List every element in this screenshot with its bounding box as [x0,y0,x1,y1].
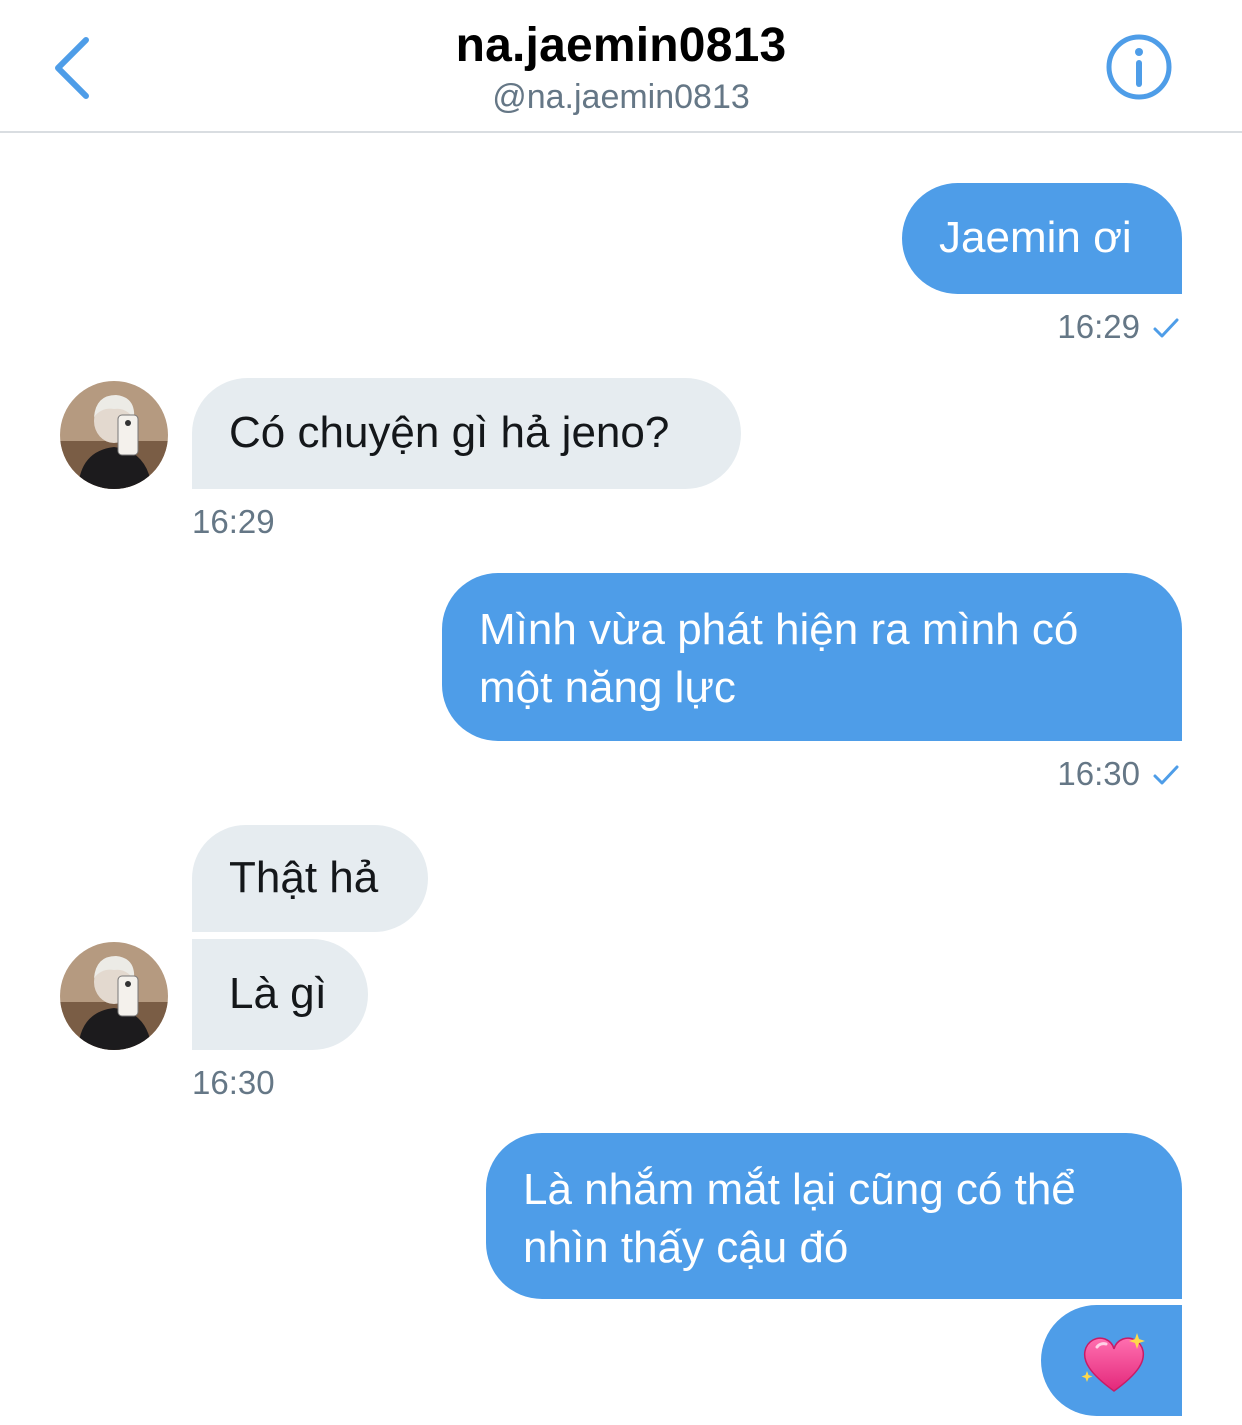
message-text-line: Mình vừa phát hiện ra mình có [479,605,1079,654]
message-text-line: nhìn thấy cậu đó [523,1223,849,1272]
conversation-handle: @na.jaemin0813 [492,78,750,116]
info-icon [1106,34,1172,100]
message-text: Jaemin ơi [939,213,1132,262]
message-timestamp: 16:30 [192,1064,275,1101]
message-bubble-outgoing[interactable]: Là nhắm mắt lại cũng có thể nhìn thấy cậ… [486,1133,1182,1299]
check-icon [1152,757,1180,795]
message-text-line: Là nhắm mắt lại cũng có thể [523,1165,1076,1214]
message-text: Có chuyện gì hả jeno? [229,408,670,457]
sparkling-heart-icon [1081,1333,1145,1392]
message-bubble-incoming[interactable]: Thật hả [192,825,428,932]
info-button[interactable] [1104,32,1174,102]
message-bubble-outgoing[interactable] [1041,1305,1182,1416]
message-bubble-incoming[interactable]: Có chuyện gì hả jeno? [192,378,741,489]
message-bubble-incoming[interactable]: Là gì [192,939,368,1050]
avatar[interactable] [60,381,168,489]
message-timestamp: 16:29 [1057,308,1180,348]
check-icon [1152,310,1180,348]
message-timestamp: 16:29 [192,503,275,540]
message-text-line: một năng lực [479,663,736,712]
message-bubble-outgoing[interactable]: Mình vừa phát hiện ra mình có một năng l… [442,573,1182,741]
message-text: Là gì [229,969,327,1018]
message-timestamp: 16:30 [1057,755,1180,795]
conversation-header: na.jaemin0813 @na.jaemin0813 [0,0,1242,133]
conversation-title[interactable]: na.jaemin0813 [0,18,1242,73]
avatar[interactable] [60,942,168,1050]
message-text: Thật hả [229,853,379,902]
message-bubble-outgoing[interactable]: Jaemin ơi [902,183,1182,294]
